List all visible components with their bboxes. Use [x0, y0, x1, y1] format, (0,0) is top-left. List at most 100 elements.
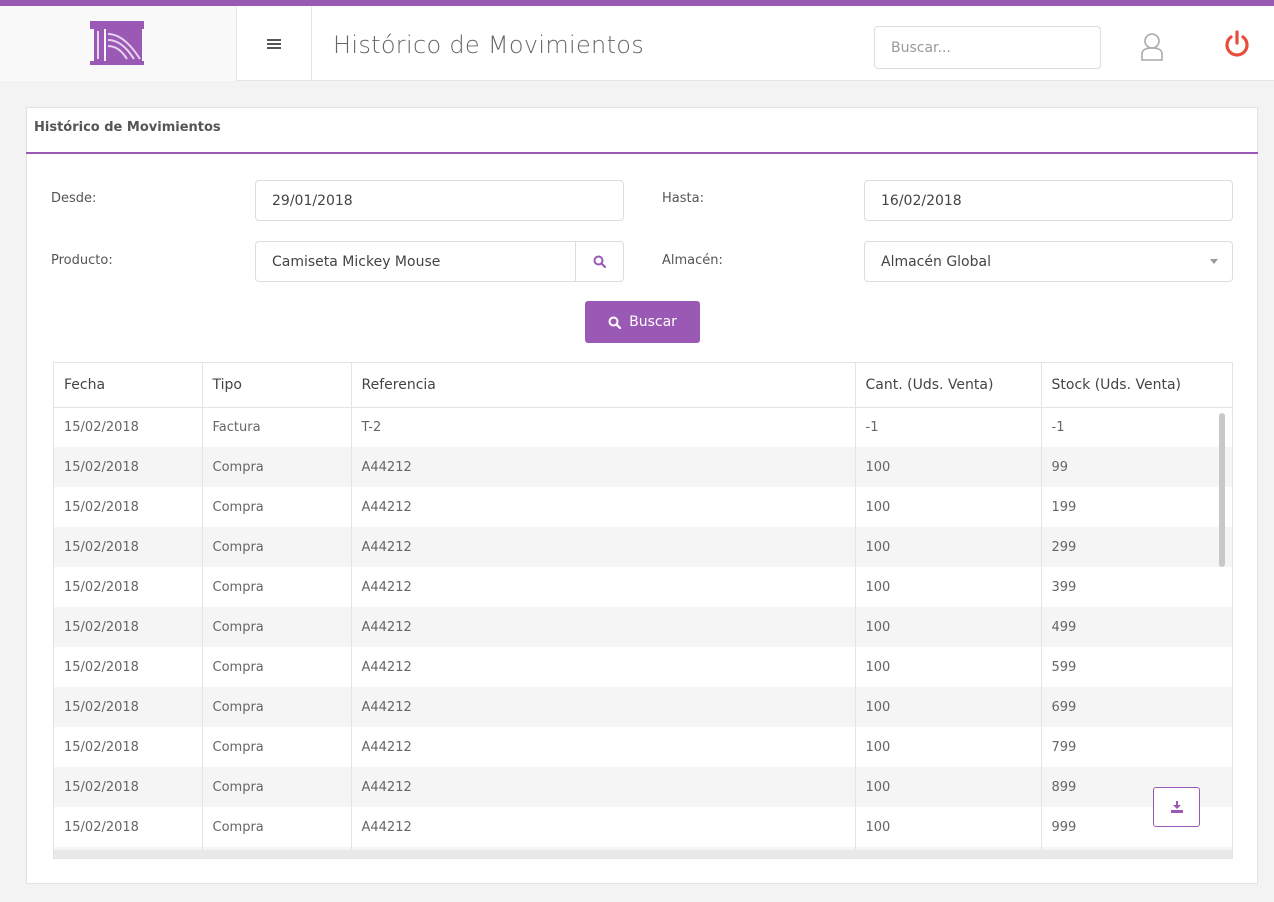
cell-cantidad: -1	[855, 407, 1042, 447]
cell-tipo: Compra	[202, 567, 352, 607]
cell-stock: 599	[1051, 659, 1077, 675]
cell-tipo: Compra	[202, 727, 352, 767]
cell-fecha: 15/02/2018	[54, 567, 203, 607]
buscar-button[interactable]: Buscar	[585, 301, 700, 343]
cell-tipo: Compra	[202, 607, 352, 647]
cell-cantidad: 100	[855, 687, 1042, 727]
cell-stock: 799	[1051, 739, 1077, 755]
hasta-label: Hasta:	[662, 191, 704, 206]
hasta-date-input[interactable]: 16/02/2018	[864, 180, 1233, 221]
cell-referencia: A44212	[351, 767, 856, 807]
chevron-down-icon	[1210, 259, 1218, 264]
cell-referencia: A44212	[351, 527, 856, 567]
download-button[interactable]	[1153, 787, 1200, 827]
column-header-tipo[interactable]: Tipo	[202, 363, 352, 408]
download-icon	[1170, 801, 1183, 813]
cell-stock: 499	[1041, 607, 1232, 647]
cell-cantidad: 100	[855, 727, 1042, 767]
search-icon	[593, 255, 606, 268]
table-row[interactable]: 15/02/2018 Compra A44212 100 899	[54, 767, 1232, 807]
cell-fecha: 15/02/2018	[54, 647, 203, 687]
producto-value: Camiseta Mickey Mouse	[272, 253, 441, 270]
cell-stock: 899	[1041, 767, 1232, 807]
cell-tipo: Compra	[202, 527, 352, 567]
column-header-referencia[interactable]: Referencia	[351, 363, 856, 408]
power-icon[interactable]	[1224, 30, 1250, 58]
cell-tipo: Compra	[202, 807, 352, 847]
cell-fecha: 15/02/2018	[54, 767, 203, 807]
movements-panel: Histórico de Movimientos Desde: 29/01/20…	[26, 107, 1258, 884]
cell-referencia: T-2	[351, 407, 856, 447]
cell-cantidad: 100	[855, 527, 1042, 567]
cell-tipo: Compra	[202, 647, 352, 687]
table-row[interactable]: 15/02/2018 Compra A44212 100 499	[54, 607, 1232, 647]
cell-referencia: A44212	[351, 727, 856, 767]
producto-input[interactable]: Camiseta Mickey Mouse	[255, 241, 624, 282]
app-header: Histórico de Movimientos	[0, 6, 1274, 81]
search-icon	[608, 316, 622, 329]
cell-stock: 99	[1041, 447, 1232, 487]
hasta-value: 16/02/2018	[881, 192, 962, 209]
column-header-cantidad[interactable]: Cant. (Uds. Venta)	[855, 363, 1042, 408]
panel-title: Histórico de Movimientos	[34, 120, 221, 135]
cell-fecha: 15/02/2018	[54, 807, 203, 847]
desde-label: Desde:	[51, 191, 97, 206]
panel-divider	[26, 152, 1258, 154]
almacen-label: Almacén:	[662, 253, 723, 268]
producto-search-button[interactable]	[575, 242, 623, 281]
table-row[interactable]: 15/02/2018 Compra A44212 100 299	[54, 527, 1232, 567]
column-header-stock[interactable]: Stock (Uds. Venta)	[1041, 363, 1232, 408]
cell-tipo: Compra	[202, 447, 352, 487]
cell-fecha: 15/02/2018	[54, 527, 203, 567]
cell-cantidad: 100	[855, 487, 1042, 527]
page-title: Histórico de Movimientos	[333, 31, 645, 59]
table-row[interactable]: 15/02/2018 Compra A44212 100 699	[54, 687, 1232, 727]
cell-stock: 199	[1051, 499, 1077, 515]
cell-referencia: A44212	[351, 447, 856, 487]
table-row[interactable]: 15/02/2018 Compra A44212 100 799	[54, 727, 1232, 767]
table-row[interactable]: 15/02/2018 Compra A44212 100 99	[54, 447, 1232, 487]
menu-toggle-button[interactable]	[237, 6, 312, 81]
column-header-fecha[interactable]: Fecha	[54, 363, 203, 408]
cell-fecha: 15/02/2018	[54, 687, 203, 727]
cell-fecha: 15/02/2018	[54, 487, 203, 527]
cell-fecha: 15/02/2018	[54, 727, 203, 767]
cell-stock: 999	[1051, 819, 1077, 835]
almacen-value: Almacén Global	[881, 253, 991, 270]
table-row[interactable]: 15/02/2018 Compra A44212 100 599	[54, 647, 1232, 687]
cell-referencia: A44212	[351, 687, 856, 727]
cell-tipo: Compra	[202, 687, 352, 727]
hamburger-menu-icon	[267, 38, 281, 49]
cell-referencia: A44212	[351, 567, 856, 607]
cell-fecha: 15/02/2018	[54, 607, 203, 647]
logo-icon	[90, 21, 144, 65]
cell-fecha: 15/02/2018	[54, 407, 203, 447]
cell-cantidad: 100	[855, 567, 1042, 607]
global-search-input[interactable]	[874, 26, 1101, 69]
table-row[interactable]: 15/02/2018 Compra A44212 100 999	[54, 807, 1232, 847]
cell-referencia: A44212	[351, 807, 856, 847]
desde-date-input[interactable]: 29/01/2018	[255, 180, 624, 221]
cell-cantidad: 100	[855, 447, 1042, 487]
cell-tipo: Factura	[202, 407, 352, 447]
cell-stock: 699	[1041, 687, 1232, 727]
almacen-select[interactable]: Almacén Global	[864, 241, 1233, 282]
cell-referencia: A44212	[351, 607, 856, 647]
movements-table: Fecha Tipo Referencia Cant. (Uds. Venta)…	[53, 362, 1233, 859]
user-icon[interactable]	[1140, 32, 1164, 62]
table-row[interactable]: 15/02/2018 Compra A44212 100 399	[54, 567, 1232, 607]
table-header-row: Fecha Tipo Referencia Cant. (Uds. Venta)…	[54, 363, 1232, 408]
table-row[interactable]: 15/02/2018 Factura T-2 -1 -1	[54, 407, 1232, 447]
cell-cantidad: 100	[855, 807, 1042, 847]
vertical-scrollbar[interactable]	[1219, 413, 1225, 567]
horizontal-scrollbar[interactable]	[54, 850, 1232, 858]
producto-label: Producto:	[51, 253, 113, 268]
cell-referencia: A44212	[351, 647, 856, 687]
cell-tipo: Compra	[202, 767, 352, 807]
cell-referencia: A44212	[351, 487, 856, 527]
desde-value: 29/01/2018	[272, 192, 353, 209]
buscar-label: Buscar	[629, 314, 677, 330]
table-row[interactable]: 15/02/2018 Compra A44212 100 199	[54, 487, 1232, 527]
logo-area[interactable]	[0, 6, 237, 81]
cell-fecha: 15/02/2018	[54, 447, 203, 487]
